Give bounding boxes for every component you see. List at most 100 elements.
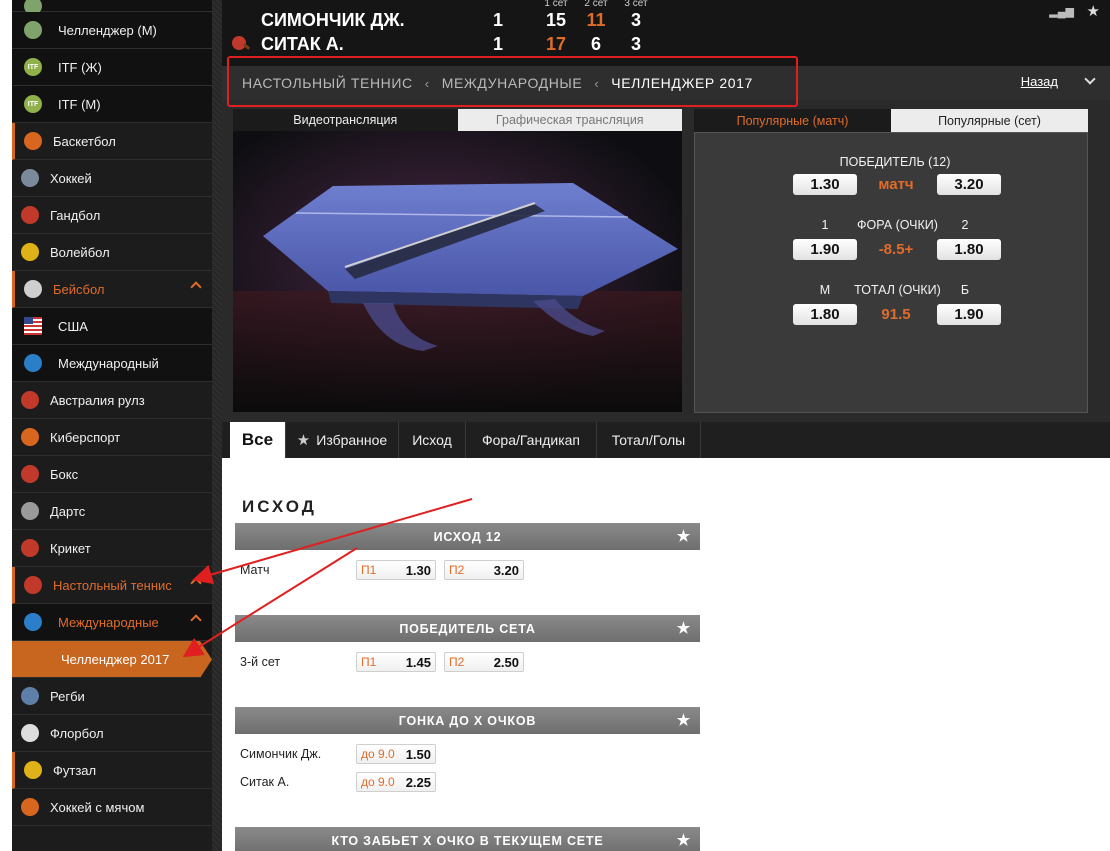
sidebar-item[interactable]: Хоккей (12, 160, 212, 197)
handicap-2-button[interactable]: 1.80 (937, 239, 1001, 260)
player-1-name: СИМОНЧИК ДЖ. (261, 10, 405, 30)
odd-label: П1 (361, 655, 377, 669)
markets-content: ИСХОД ИСХОД 12 ★ Матч П1 1.30 П2 3.20 ПО… (222, 458, 1110, 851)
sidebar-item[interactable]: Крикет (12, 530, 212, 567)
serve-paddle-icon (232, 36, 246, 50)
sidebar-item[interactable]: Регби (12, 678, 212, 715)
tab-popular-match[interactable]: Популярные (матч) (694, 109, 891, 132)
sidebar-item[interactable]: Челленджер (М) (12, 12, 212, 49)
sidebar-item[interactable]: Бейсбол (12, 271, 212, 308)
winner-p1-button[interactable]: 1.30 (793, 174, 857, 195)
row-label: Симончик Дж. (240, 747, 322, 761)
aussie-rules-icon (21, 391, 39, 409)
globe-icon (24, 354, 42, 372)
baseball-icon (24, 280, 42, 298)
sidebar-item[interactable]: Международные (12, 604, 212, 641)
sidebar-item[interactable]: США (12, 308, 212, 345)
sidebar-item[interactable]: Волейбол (12, 234, 212, 271)
star-icon[interactable]: ★ (677, 619, 691, 637)
sidebar-item[interactable]: ITF ITF (М) (12, 86, 212, 123)
itf-icon: ITF (24, 58, 42, 76)
odd-button[interactable]: П2 2.50 (444, 652, 524, 672)
floorball-icon (21, 724, 39, 742)
odd-value: 3.20 (493, 562, 519, 578)
player-1-set2: 11 (586, 10, 606, 30)
hockey-icon (21, 169, 39, 187)
odd-button[interactable]: П2 3.20 (444, 560, 524, 580)
sidebar-item[interactable]: Челленджер 2017 (12, 641, 212, 678)
stats-icon[interactable]: ▂▄▆ (1049, 5, 1074, 18)
chevron-up-icon[interactable] (190, 614, 202, 626)
sidebar-item[interactable]: Гандбол (12, 197, 212, 234)
sidebar-item[interactable]: Настольный теннис (12, 567, 212, 604)
set-header-2: 2 сет (584, 0, 608, 9)
handicap-1-button[interactable]: 1.90 (793, 239, 857, 260)
market-header-outcome12[interactable]: ИСХОД 12 ★ (235, 523, 700, 550)
sidebar-item[interactable]: Киберспорт (12, 419, 212, 456)
player-2-name: СИТАК А. (261, 34, 344, 54)
star-icon[interactable]: ★ (677, 711, 691, 729)
market-header-race-to-x[interactable]: ГОНКА ДО X ОЧКОВ ★ (235, 707, 700, 734)
market-header-who-scores-x[interactable]: КТО ЗАБЬЕТ X ОЧКО В ТЕКУЩЕМ СЕТЕ ★ (235, 827, 700, 851)
sidebar-item[interactable]: Международный (12, 345, 212, 382)
player-1-set3: 3 (630, 10, 641, 30)
favorite-star-icon[interactable]: ★ (1087, 2, 1100, 20)
winner-mid-label: матч (878, 176, 914, 193)
sidebar-item[interactable]: Хоккей с мячом (12, 789, 212, 826)
handball-icon (21, 206, 39, 224)
total-over-button[interactable]: 1.90 (937, 304, 1001, 325)
row-label: Ситак А. (240, 775, 290, 789)
sidebar-item-label: Международные (58, 614, 159, 630)
total-title: ТОТАЛ (ОЧКИ) (854, 283, 941, 297)
row-label: Матч (240, 563, 270, 577)
tab-graphic[interactable]: Графическая трансляция (457, 109, 682, 131)
itf-icon: ITF (24, 95, 42, 113)
chevron-up-icon[interactable] (190, 281, 202, 293)
odd-button[interactable]: до 9.0 2.25 (356, 772, 436, 792)
video-tabs: Видеотрансляция Графическая трансляция (233, 109, 682, 131)
sidebar-item-label: Международный (58, 355, 159, 371)
odd-label: П2 (449, 563, 465, 577)
sidebar-item[interactable]: ITF ITF (Ж) (12, 49, 212, 86)
player-1-set1: 15 (545, 10, 567, 30)
boxing-icon (21, 465, 39, 483)
sidebar-item-label: США (58, 318, 88, 334)
sidebar-item[interactable]: Баскетбол (12, 123, 212, 160)
odd-button[interactable]: П1 1.30 (356, 560, 436, 580)
ball-icon (24, 21, 42, 39)
chevron-up-icon[interactable] (190, 577, 202, 589)
total-under-button[interactable]: 1.80 (793, 304, 857, 325)
winner-p2-button[interactable]: 3.20 (937, 174, 1001, 195)
tab-popular-set[interactable]: Популярные (сет) (891, 109, 1088, 132)
handicap-value: -8.5+ (878, 241, 914, 258)
set-header-3: 3 сет (624, 0, 648, 9)
player-2-sets: 1 (492, 34, 503, 54)
tab-favorites[interactable]: ★ Избранное (286, 422, 399, 458)
tab-totals[interactable]: Тотал/Голы (597, 422, 701, 458)
sidebar-item[interactable]: Дартс (12, 493, 212, 530)
star-icon[interactable]: ★ (677, 831, 691, 849)
sidebar-item-label: Футзал (53, 762, 97, 778)
tab-handicap[interactable]: Фора/Гандикап (466, 422, 597, 458)
bandy-icon (21, 798, 39, 816)
sidebar-item-label: Регби (50, 688, 85, 704)
market-header-set-winner[interactable]: ПОБЕДИТЕЛЬ СЕТА ★ (235, 615, 700, 642)
back-link[interactable]: Назад (1021, 74, 1058, 89)
section-title: ИСХОД (242, 497, 317, 516)
sidebar-item[interactable]: Австралия рулз (12, 382, 212, 419)
tab-outcome[interactable]: Исход (399, 422, 466, 458)
odd-button[interactable]: до 9.0 1.50 (356, 744, 436, 764)
sidebar-item[interactable] (12, 0, 212, 15)
tab-all[interactable]: Все (230, 422, 286, 458)
sidebar-item-label: Киберспорт (50, 429, 121, 445)
table-tennis-icon (24, 576, 42, 594)
tab-video[interactable]: Видеотрансляция (233, 109, 458, 131)
sidebar-item[interactable]: Флорбол (12, 715, 212, 752)
odd-button[interactable]: П1 1.45 (356, 652, 436, 672)
left-gutter (0, 0, 12, 851)
usa-flag-icon (24, 317, 42, 335)
video-player[interactable] (233, 131, 682, 412)
sidebar-item[interactable]: Футзал (12, 752, 212, 789)
sidebar-item[interactable]: Бокс (12, 456, 212, 493)
star-icon[interactable]: ★ (677, 527, 691, 545)
